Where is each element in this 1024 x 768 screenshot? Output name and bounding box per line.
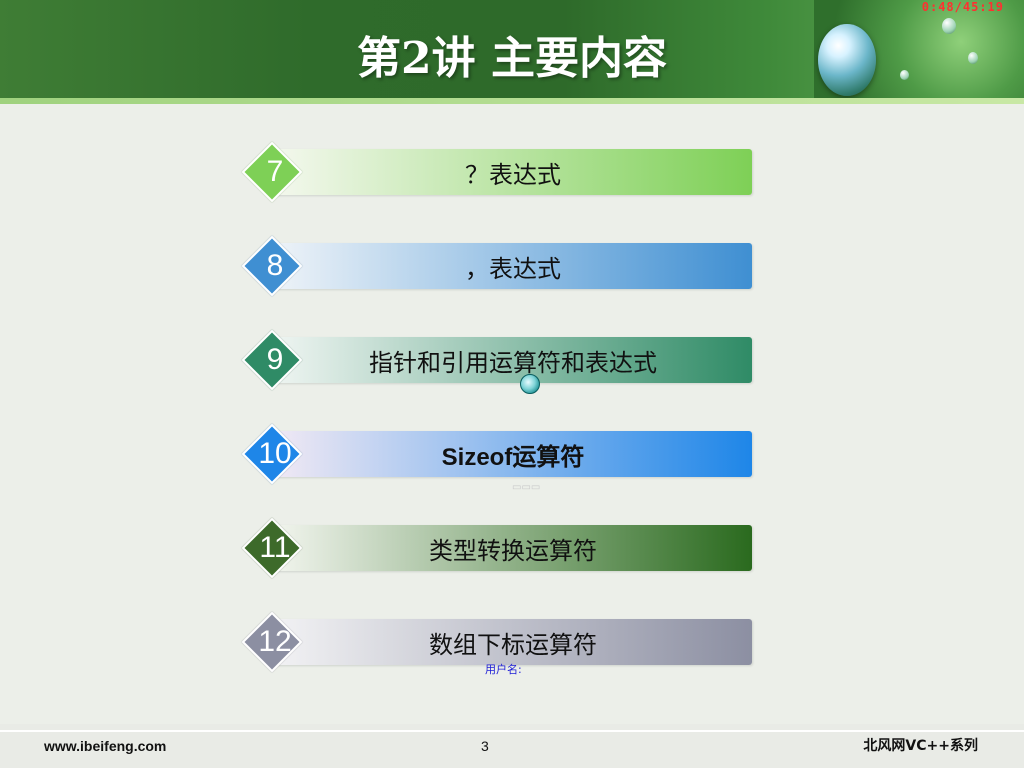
agenda-item-label: ，表达式 (465, 254, 561, 283)
playback-timer: 0:48/45:19 (921, 0, 1004, 14)
agenda-item-bar: 数组下标运算符 (274, 619, 752, 665)
slide-header: 第2讲 主要内容 0:48/45:19 (0, 0, 1024, 104)
agenda-item[interactable]: ？表达式 7 (241, 141, 754, 203)
agenda-item-label: ？表达式 (465, 160, 561, 189)
agenda-item-bar: Sizeof运算符 (274, 431, 752, 477)
footer-brand: 北风网VC++系列 (863, 738, 978, 754)
agenda-item[interactable]: 指针和引用运算符和表达式 9 (241, 329, 754, 391)
mouse-cursor-icon (520, 374, 540, 394)
agenda-item-number: 12 (258, 625, 292, 658)
agenda-item[interactable]: 类型转换运算符 11 (241, 517, 754, 579)
agenda-item-number: 8 (266, 249, 284, 282)
username-label: 用户名: (485, 663, 522, 676)
agenda-item-number: 10 (258, 437, 292, 470)
agenda-item[interactable]: Sizeof运算符 10 (241, 423, 754, 485)
agenda-item-label: 类型转换运算符 (429, 536, 597, 565)
footer-divider (0, 730, 1024, 732)
agenda-item-bar: 类型转换运算符 (274, 525, 752, 571)
agenda-item-bar: ，表达式 (274, 243, 752, 289)
agenda-item-number: 11 (259, 531, 291, 564)
page-number: 3 (481, 738, 489, 754)
agenda-item-label: Sizeof运算符 (441, 443, 585, 471)
agenda-item-bar: 指针和引用运算符和表达式 (274, 337, 752, 383)
agenda-item[interactable]: ，表达式 8 (241, 235, 754, 297)
agenda-item-bar: ？表达式 (274, 149, 752, 195)
footer-url[interactable]: www.ibeifeng.com (44, 738, 166, 754)
faded-watermark: ▭▭▭ (512, 482, 541, 493)
slide-title: 第2讲 主要内容 (357, 33, 667, 84)
agenda-item-number: 9 (266, 343, 284, 376)
agenda-item-number: 7 (266, 155, 284, 188)
agenda-item-label: 数组下标运算符 (429, 630, 597, 659)
agenda-item-label: 指针和引用运算符和表达式 (369, 348, 657, 377)
